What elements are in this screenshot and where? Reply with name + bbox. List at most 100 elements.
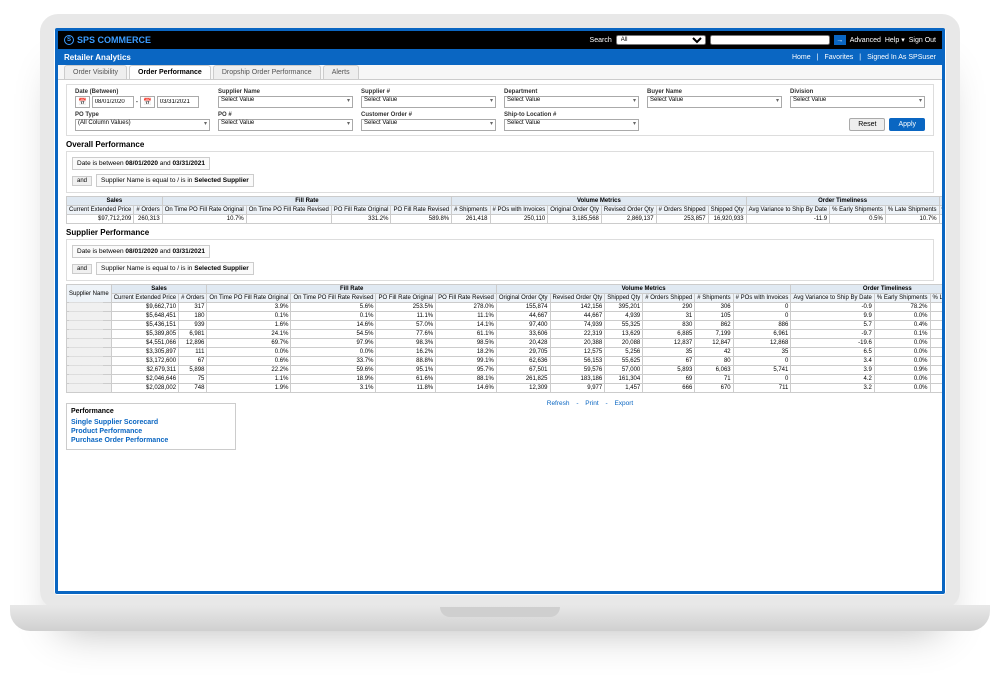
ship-to-select[interactable]: Select Value — [504, 119, 639, 131]
division-select[interactable]: Select Value — [790, 96, 925, 108]
search-scope-select[interactable]: All — [616, 35, 706, 45]
data-cell: 24.1% — [207, 330, 291, 339]
cust-order-select[interactable]: Select Value — [361, 119, 496, 131]
supplier-name-cell: ████████ — [67, 303, 112, 312]
supplier-col[interactable]: PO Fill Rate Revised — [436, 294, 497, 303]
overall-col-10[interactable]: Revised Order Qty — [601, 206, 656, 215]
overall-col-11[interactable]: # Orders Shipped — [656, 206, 708, 215]
refresh-link[interactable]: Refresh — [547, 400, 570, 407]
supplier-col[interactable]: # POs with Invoices — [733, 294, 791, 303]
link-single-supplier[interactable]: Single Supplier Scorecard — [71, 418, 231, 427]
link-product-performance[interactable]: Product Performance — [71, 427, 231, 436]
reset-button[interactable]: Reset — [849, 118, 885, 131]
supplier-col[interactable]: On Time PO Fill Rate Original — [207, 294, 291, 303]
overall-col-13[interactable]: Avg Variance to Ship By Date — [746, 206, 830, 215]
supplier-col[interactable]: Shipped Qty — [605, 294, 643, 303]
supplier-name-cell: ████████ — [67, 357, 112, 366]
data-cell: 666 — [643, 384, 695, 393]
overall-col-3[interactable]: On Time PO Fill Rate Original — [162, 206, 246, 215]
overall-col-12[interactable]: Shipped Qty — [708, 206, 746, 215]
table-row[interactable]: ████████$2,028,0027481.9%3.1%11.8%14.6%1… — [67, 384, 943, 393]
department-select[interactable]: Select Value — [504, 96, 639, 108]
signout-link[interactable]: Sign Out — [909, 37, 936, 44]
supplier-col[interactable]: Current Extended Price — [111, 294, 178, 303]
tab-order-visibility[interactable]: Order Visibility — [64, 65, 127, 79]
supplier-col[interactable]: PO Fill Rate Original — [376, 294, 436, 303]
data-cell: 7,199 — [695, 330, 733, 339]
supplier-name-select[interactable]: Select Value — [218, 96, 353, 108]
table-row[interactable]: ████████$4,551,06612,89669.7%97.9%98.3%9… — [67, 339, 943, 348]
overall-col-7[interactable]: # Shipments — [452, 206, 490, 215]
overall-col-1[interactable]: Current Extended Price — [67, 206, 134, 215]
search-input[interactable] — [710, 35, 830, 45]
supplier-col[interactable]: Revised Order Qty — [550, 294, 605, 303]
overall-col-4[interactable]: On Time PO Fill Rate Revised — [246, 206, 331, 215]
supplier-col[interactable]: # Shipments — [695, 294, 733, 303]
data-cell: $4,551,066 — [111, 339, 178, 348]
supplier-col[interactable]: On Time PO Fill Rate Revised — [291, 294, 376, 303]
data-cell: $2,046,646 — [111, 375, 178, 384]
tab-alerts[interactable]: Alerts — [323, 65, 359, 79]
supplier-col[interactable]: Original Order Qty — [496, 294, 550, 303]
data-cell: 3.1% — [291, 384, 376, 393]
supplier-col[interactable]: Avg Variance to Ship By Date — [791, 294, 875, 303]
overall-col-8[interactable]: # POs with Invoices — [490, 206, 548, 215]
overall-col-9[interactable]: Original Order Qty — [548, 206, 602, 215]
overall-col-16[interactable]: % POs w 855 Acks — [939, 206, 942, 215]
advanced-link[interactable]: Advanced — [850, 37, 881, 44]
data-cell: 12,847 — [695, 339, 733, 348]
table-row[interactable]: ████████$5,648,4511800.1%0.1%11.1%11.1%4… — [67, 312, 943, 321]
favorites-link[interactable]: Favorites — [824, 54, 853, 61]
po-type-select[interactable]: (All Column Values) — [75, 119, 210, 131]
supplier-col[interactable]: # Orders Shipped — [643, 294, 695, 303]
tab-dropship[interactable]: Dropship Order Performance — [213, 65, 321, 79]
overall-col-2[interactable]: # Orders — [134, 206, 162, 215]
data-cell: 6,885 — [643, 330, 695, 339]
calendar-icon[interactable]: 📅 — [140, 96, 155, 108]
table-row[interactable]: ████████$2,679,3115,89822.2%59.6%95.1%95… — [67, 366, 943, 375]
data-cell: $2,679,311 — [111, 366, 178, 375]
calendar-icon[interactable]: 📅 — [75, 96, 90, 108]
data-cell: 14.6% — [436, 384, 497, 393]
data-cell: 5,893 — [643, 366, 695, 375]
brand-text: SPS COMMERCE — [77, 35, 151, 45]
export-link[interactable]: Export — [614, 400, 633, 407]
search-button[interactable]: → — [834, 35, 846, 45]
overall-col-5[interactable]: PO Fill Rate Original — [331, 206, 391, 215]
data-cell: 97,400 — [496, 321, 550, 330]
criteria-date: Date is between 08/01/2020 and 03/31/202… — [72, 157, 210, 170]
overall-cell: 2,869,137 — [601, 215, 656, 224]
overall-col-15[interactable]: % Late Shipments — [885, 206, 939, 215]
supplier-col[interactable]: # Orders — [179, 294, 207, 303]
data-cell: 0.0% — [874, 312, 930, 321]
po-num-select[interactable]: Select Value — [218, 119, 353, 131]
overall-col-6[interactable]: PO Fill Rate Revised — [391, 206, 452, 215]
table-row[interactable]: ████████$2,046,646751.1%18.9%61.6%88.1%2… — [67, 375, 943, 384]
table-row[interactable]: ████████$3,305,8971110.0%0.0%16.2%18.2%2… — [67, 348, 943, 357]
overall-col-14[interactable]: % Early Shipments — [830, 206, 886, 215]
buyer-select[interactable]: Select Value — [647, 96, 782, 108]
supplier-num-select[interactable]: Select Value — [361, 96, 496, 108]
supplier-col[interactable]: % Late Shipments — [930, 294, 942, 303]
date-from-input[interactable] — [92, 96, 134, 108]
data-cell: 0 — [733, 357, 791, 366]
table-row[interactable]: ████████$5,389,8056,98124.1%54.5%77.6%61… — [67, 330, 943, 339]
col-supplier-name[interactable]: Supplier Name — [67, 285, 112, 303]
home-link[interactable]: Home — [792, 54, 811, 61]
table-row[interactable]: ████████$3,172,600670.6%33.7%88.8%99.1%6… — [67, 357, 943, 366]
link-po-performance[interactable]: Purchase Order Performance — [71, 436, 231, 445]
data-cell: 12,868 — [733, 339, 791, 348]
help-link[interactable]: Help ▾ — [885, 36, 905, 44]
table-row[interactable]: ████████$5,436,1519391.6%14.6%57.0%14.1%… — [67, 321, 943, 330]
data-cell: 9,977 — [550, 384, 605, 393]
supplier-col[interactable]: % Early Shipments — [874, 294, 930, 303]
data-cell: 14.6% — [291, 321, 376, 330]
date-to-input[interactable] — [157, 96, 199, 108]
print-link[interactable]: Print — [585, 400, 598, 407]
data-cell: 97.9% — [291, 339, 376, 348]
tab-order-performance[interactable]: Order Performance — [129, 65, 211, 79]
data-cell: $3,305,897 — [111, 348, 178, 357]
table-row[interactable]: ████████$9,662,7103173.9%5.6%253.5%278.0… — [67, 303, 943, 312]
apply-button[interactable]: Apply — [889, 118, 925, 131]
overall-cell: 253,857 — [656, 215, 708, 224]
